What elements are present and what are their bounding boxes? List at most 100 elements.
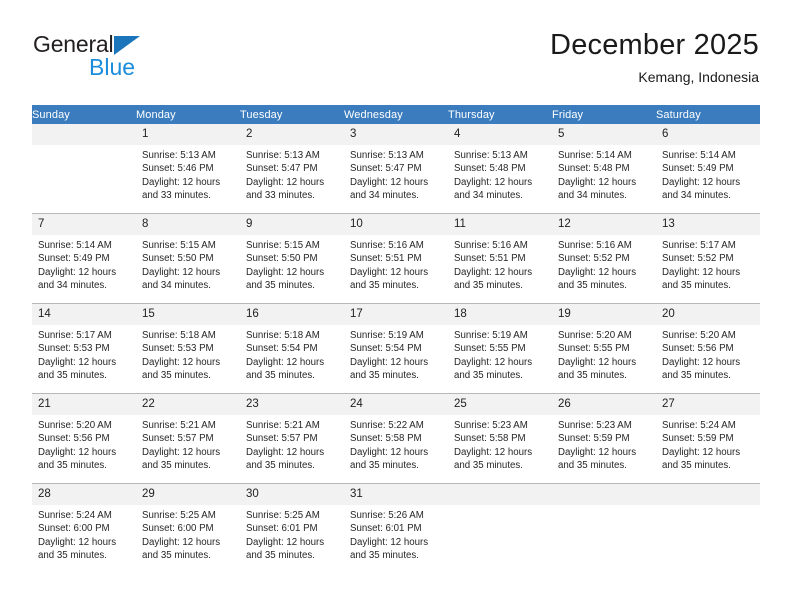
sunset-text: Sunset: 5:59 PM — [558, 433, 630, 445]
day-cell[interactable]: 24 Sunrise: 5:22 AM Sunset: 5:58 PM Dayligh… — [344, 393, 448, 484]
day-number: 20 — [656, 304, 760, 325]
day-number — [656, 484, 760, 505]
sunset-text: Sunset: 5:47 PM — [246, 163, 318, 175]
day-details: Sunrise: 5:13 AM Sunset: 5:47 PM Daylight:… — [240, 145, 344, 203]
daylight-text-line2: and 35 minutes. — [454, 370, 523, 382]
day-number: 5 — [552, 124, 656, 145]
day-cell[interactable]: 31 Sunrise: 5:26 AM Sunset: 6:01 PM Dayligh… — [344, 483, 448, 573]
day-cell[interactable]: 26 Sunrise: 5:23 AM Sunset: 5:59 PM Dayligh… — [552, 393, 656, 484]
sunset-text: Sunset: 5:56 PM — [38, 433, 110, 445]
daylight-text-line1: Daylight: 12 hours — [246, 266, 325, 278]
day-cell[interactable]: 3 Sunrise: 5:13 AM Sunset: 5:47 PM Daylight… — [344, 124, 448, 214]
sunset-text: Sunset: 5:48 PM — [558, 163, 630, 175]
daylight-text-line1: Daylight: 12 hours — [142, 446, 221, 458]
day-number: 21 — [32, 394, 136, 415]
day-cell[interactable]: 22 Sunrise: 5:21 AM Sunset: 5:57 PM Dayligh… — [136, 393, 240, 484]
daylight-text-line1: Daylight: 12 hours — [662, 356, 741, 368]
day-cell[interactable]: 28 Sunrise: 5:24 AM Sunset: 6:00 PM Dayligh… — [32, 483, 136, 573]
daylight-text-line2: and 33 minutes. — [246, 190, 315, 202]
daylight-text-line2: and 35 minutes. — [454, 460, 523, 472]
day-number: 29 — [136, 484, 240, 505]
sunset-text: Sunset: 6:00 PM — [142, 523, 214, 535]
day-cell[interactable]: 9 Sunrise: 5:15 AM Sunset: 5:50 PM Daylight… — [240, 213, 344, 304]
daylight-text-line1: Daylight: 12 hours — [454, 446, 533, 458]
day-number: 6 — [656, 124, 760, 145]
sunrise-text: Sunrise: 5:15 AM — [142, 240, 216, 251]
day-number: 8 — [136, 214, 240, 235]
day-cell[interactable]: 5 Sunrise: 5:14 AM Sunset: 5:48 PM Daylight… — [552, 124, 656, 214]
day-details: Sunrise: 5:19 AM Sunset: 5:54 PM Daylight:… — [344, 325, 448, 383]
weekday-thursday: Thursday — [448, 105, 552, 124]
day-cell[interactable]: 17 Sunrise: 5:19 AM Sunset: 5:54 PM Dayligh… — [344, 303, 448, 394]
daylight-text-line2: and 35 minutes. — [246, 550, 315, 562]
day-cell[interactable]: 2 Sunrise: 5:13 AM Sunset: 5:47 PM Daylight… — [240, 124, 344, 214]
daylight-text-line1: Daylight: 12 hours — [350, 266, 429, 278]
day-cell[interactable]: 27 Sunrise: 5:24 AM Sunset: 5:59 PM Dayligh… — [656, 393, 760, 484]
day-cell[interactable]: 25 Sunrise: 5:23 AM Sunset: 5:58 PM Dayligh… — [448, 393, 552, 484]
sunset-text: Sunset: 5:58 PM — [350, 433, 422, 445]
day-cell[interactable] — [448, 483, 552, 573]
daylight-text-line1: Daylight: 12 hours — [142, 176, 221, 188]
daylight-text-line1: Daylight: 12 hours — [454, 176, 533, 188]
sunset-text: Sunset: 5:55 PM — [558, 343, 630, 355]
page-title: December 2025 — [550, 29, 759, 61]
day-cell[interactable]: 7 Sunrise: 5:14 AM Sunset: 5:49 PM Daylight… — [32, 213, 136, 304]
sunrise-text: Sunrise: 5:14 AM — [38, 240, 112, 251]
weekday-sunday: Sunday — [32, 105, 136, 124]
day-details: Sunrise: 5:26 AM Sunset: 6:01 PM Daylight:… — [344, 505, 448, 563]
day-number — [552, 484, 656, 505]
day-cell[interactable]: 4 Sunrise: 5:13 AM Sunset: 5:48 PM Daylight… — [448, 124, 552, 214]
day-details: Sunrise: 5:24 AM Sunset: 5:59 PM Daylight:… — [656, 415, 760, 473]
daylight-text-line2: and 34 minutes. — [454, 190, 523, 202]
day-cell[interactable]: 21 Sunrise: 5:20 AM Sunset: 5:56 PM Dayligh… — [32, 393, 136, 484]
day-cell[interactable]: 19 Sunrise: 5:20 AM Sunset: 5:55 PM Dayligh… — [552, 303, 656, 394]
daylight-text-line1: Daylight: 12 hours — [662, 266, 741, 278]
day-number: 22 — [136, 394, 240, 415]
day-number: 18 — [448, 304, 552, 325]
daylight-text-line1: Daylight: 12 hours — [558, 356, 637, 368]
sunrise-text: Sunrise: 5:23 AM — [454, 420, 528, 431]
daylight-text-line1: Daylight: 12 hours — [454, 266, 533, 278]
sunset-text: Sunset: 5:54 PM — [350, 343, 422, 355]
weekday-saturday: Saturday — [656, 105, 760, 124]
sunset-text: Sunset: 5:52 PM — [558, 253, 630, 265]
day-cell[interactable]: 1 Sunrise: 5:13 AM Sunset: 5:46 PM Daylight… — [136, 124, 240, 214]
day-cell[interactable] — [552, 483, 656, 573]
day-number: 28 — [32, 484, 136, 505]
daylight-text-line1: Daylight: 12 hours — [558, 446, 637, 458]
day-cell[interactable]: 18 Sunrise: 5:19 AM Sunset: 5:55 PM Dayligh… — [448, 303, 552, 394]
day-cell[interactable] — [656, 483, 760, 573]
daylight-text-line1: Daylight: 12 hours — [350, 356, 429, 368]
day-cell[interactable]: 8 Sunrise: 5:15 AM Sunset: 5:50 PM Daylight… — [136, 213, 240, 304]
day-cell[interactable]: 10 Sunrise: 5:16 AM Sunset: 5:51 PM Dayligh… — [344, 213, 448, 304]
sunrise-text: Sunrise: 5:15 AM — [246, 240, 320, 251]
day-cell[interactable] — [32, 124, 136, 214]
day-number: 27 — [656, 394, 760, 415]
day-details: Sunrise: 5:15 AM Sunset: 5:50 PM Daylight:… — [136, 235, 240, 293]
day-cell[interactable]: 16 Sunrise: 5:18 AM Sunset: 5:54 PM Dayligh… — [240, 303, 344, 394]
sunset-text: Sunset: 5:47 PM — [350, 163, 422, 175]
day-cell[interactable]: 15 Sunrise: 5:18 AM Sunset: 5:53 PM Dayligh… — [136, 303, 240, 394]
logo-triangle-icon — [114, 36, 141, 55]
day-details: Sunrise: 5:20 AM Sunset: 5:56 PM Daylight:… — [656, 325, 760, 383]
day-cell[interactable]: 6 Sunrise: 5:14 AM Sunset: 5:49 PM Daylight… — [656, 124, 760, 214]
daylight-text-line1: Daylight: 12 hours — [350, 176, 429, 188]
sunset-text: Sunset: 5:56 PM — [662, 343, 734, 355]
sunrise-text: Sunrise: 5:18 AM — [246, 330, 320, 341]
day-cell[interactable]: 20 Sunrise: 5:20 AM Sunset: 5:56 PM Dayligh… — [656, 303, 760, 394]
day-cell[interactable]: 13 Sunrise: 5:17 AM Sunset: 5:52 PM Dayligh… — [656, 213, 760, 304]
day-details: Sunrise: 5:18 AM Sunset: 5:53 PM Daylight:… — [136, 325, 240, 383]
day-number: 14 — [32, 304, 136, 325]
day-cell[interactable]: 29 Sunrise: 5:25 AM Sunset: 6:00 PM Dayligh… — [136, 483, 240, 573]
daylight-text-line2: and 35 minutes. — [246, 370, 315, 382]
day-cell[interactable]: 12 Sunrise: 5:16 AM Sunset: 5:52 PM Dayligh… — [552, 213, 656, 304]
weekday-header-row: Sunday Monday Tuesday Wednesday Thursday… — [32, 105, 760, 124]
logo-text-general: General — [33, 31, 114, 57]
day-cell[interactable]: 14 Sunrise: 5:17 AM Sunset: 5:53 PM Dayligh… — [32, 303, 136, 394]
day-cell[interactable]: 11 Sunrise: 5:16 AM Sunset: 5:51 PM Dayligh… — [448, 213, 552, 304]
daylight-text-line2: and 35 minutes. — [350, 460, 419, 472]
day-cell[interactable]: 30 Sunrise: 5:25 AM Sunset: 6:01 PM Dayligh… — [240, 483, 344, 573]
day-cell[interactable]: 23 Sunrise: 5:21 AM Sunset: 5:57 PM Dayligh… — [240, 393, 344, 484]
sunset-text: Sunset: 5:51 PM — [350, 253, 422, 265]
day-details: Sunrise: 5:23 AM Sunset: 5:58 PM Daylight:… — [448, 415, 552, 473]
